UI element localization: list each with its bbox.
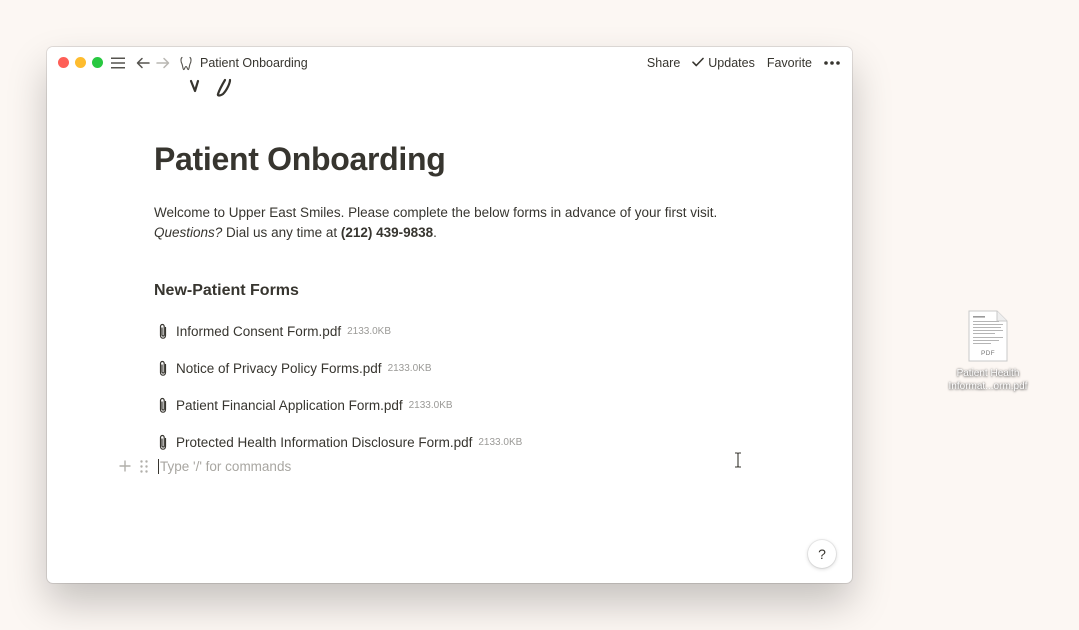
paperclip-icon [154,433,172,453]
toolbar-actions: Share Updates Favorite [647,54,840,72]
pdf-type-label: PDF [981,350,995,357]
file-attachment[interactable]: Informed Consent Form.pdf 2133.0KB [154,313,674,350]
desktop-file-name-line1: Patient Health [956,368,1020,379]
file-list: Informed Consent Form.pdf 2133.0KB Notic… [154,313,674,461]
file-attachment[interactable]: Notice of Privacy Policy Forms.pdf 2133.… [154,350,674,387]
desktop-file-name: Patient Health Informat...orm.pdf [935,367,1041,393]
intro-text-1: Welcome to Upper East Smiles. Please com… [154,205,718,220]
file-size: 2133.0KB [478,437,523,448]
share-label: Share [646,56,681,70]
intro-questions: Questions? [154,225,223,240]
empty-block: Type '/' for commands [117,457,291,475]
file-size: 2133.0KB [347,326,392,337]
page-title[interactable]: Patient Onboarding [154,141,446,178]
updates-label: Updates [708,56,755,70]
favorite-button[interactable]: Favorite [767,56,812,70]
plus-icon[interactable] [117,458,133,474]
desktop-pdf-file[interactable]: PDF Patient Health Informat...orm.pdf [935,310,1041,393]
breadcrumb-page-title[interactable]: Patient Onboarding [200,56,308,70]
zoom-window-button[interactable] [92,57,103,68]
title-bar: Patient Onboarding Share Updates Favorit… [47,47,852,79]
checkmark-icon [692,56,705,70]
page-logo-icon [189,78,232,97]
command-input[interactable]: Type '/' for commands [158,458,291,474]
tooth-icon [178,54,194,72]
intro-text-3: . [433,225,437,240]
pdf-file-icon: PDF [968,310,1008,362]
file-name: Informed Consent Form.pdf [176,324,342,339]
intro-text-2: Dial us any time at [222,225,341,240]
arrow-right-icon[interactable] [155,54,171,72]
intro-paragraph[interactable]: Welcome to Upper East Smiles. Please com… [154,203,734,243]
file-name: Notice of Privacy Policy Forms.pdf [176,361,382,376]
minimize-window-button[interactable] [75,57,86,68]
file-name: Protected Health Information Disclosure … [176,435,473,450]
arrow-left-icon[interactable] [135,54,151,72]
section-heading[interactable]: New-Patient Forms [154,282,299,300]
help-button[interactable]: ? [808,540,836,568]
close-window-button[interactable] [58,57,69,68]
desktop-file-name-line2: Informat...orm.pdf [948,381,1028,392]
paperclip-icon [154,359,172,379]
app-window: Patient Onboarding Share Updates Favorit… [47,47,852,583]
updates-button[interactable]: Updates [692,56,755,70]
menu-icon[interactable] [110,54,126,72]
file-attachment[interactable]: Protected Health Information Disclosure … [154,424,674,461]
file-size: 2133.0KB [408,400,453,411]
file-attachment[interactable]: Patient Financial Application Form.pdf 2… [154,387,674,424]
share-button[interactable]: Share [647,56,680,70]
more-dots-icon[interactable] [824,61,840,65]
paperclip-icon [154,322,172,342]
paperclip-icon [154,396,172,416]
drag-handle-icon[interactable] [137,458,151,474]
phone-number: (212) 439-9838 [340,225,434,240]
file-size: 2133.0KB [387,363,432,374]
file-name: Patient Financial Application Form.pdf [176,398,403,413]
favorite-label: Favorite [766,56,812,70]
text-cursor-icon [735,452,741,468]
